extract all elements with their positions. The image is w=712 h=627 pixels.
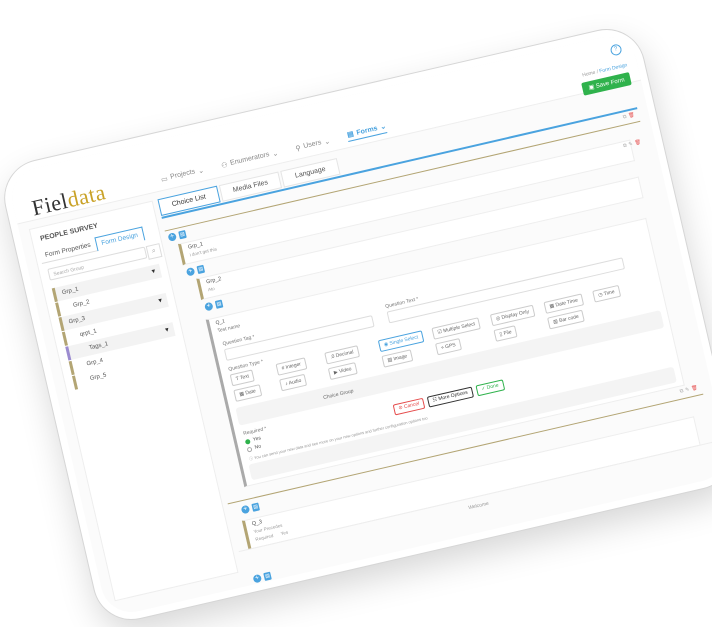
help-circle-icon[interactable]: ? [609,43,623,57]
cancel-button[interactable]: ⊘ Cancel [392,397,426,416]
search-icon[interactable]: ⌕ [145,243,163,260]
type-display-only-button[interactable]: ◎ Display Only [489,304,536,327]
type-date-button[interactable]: ▦ Date [233,384,263,402]
type-barcode-button[interactable]: ▥ Bar code [547,309,585,330]
people-icon: ⚇ [220,161,229,170]
delete-icon[interactable]: 🗑 [628,112,636,119]
row-actions: ⧉ 🗑 [622,112,635,121]
document-icon[interactable]: ▤ [196,264,206,275]
type-integer-button[interactable]: # Integer [275,357,308,376]
type-image-button[interactable]: ▨ Image [381,349,414,368]
add-icon[interactable]: + [167,232,178,242]
delete-icon[interactable]: 🗑 [634,139,642,146]
calendar-icon: ▦ [548,302,555,310]
chevron-down-icon: ⌄ [197,166,205,175]
type-time-button[interactable]: ◷ Time [592,284,621,303]
chevron-down-icon: ⌄ [379,123,387,132]
nav-forms[interactable]: ▤ Forms ⌄ [346,122,388,142]
chevron-down-icon: ⌄ [323,137,331,146]
required-no-radio[interactable]: No [246,443,262,453]
type-text-button[interactable]: T Text [229,369,256,387]
add-icon[interactable]: + [240,504,251,515]
check-icon: ✓ [480,385,487,393]
eye-icon: ◎ [495,315,502,323]
caret-down-icon[interactable]: ▼ [156,294,165,309]
radio-empty-icon [246,446,253,453]
nav-projects[interactable]: ▭ Projects ⌄ [160,164,205,185]
document-icon[interactable]: ▤ [263,571,272,581]
settings-icon: ☷ [432,396,438,404]
save-icon: ▣ [588,84,596,92]
delete-icon[interactable]: 🗑 [691,385,699,392]
add-row: + ▤ [240,502,260,515]
calendar-icon: ▦ [238,390,245,398]
decimal-icon: .0 [329,353,336,361]
nav-enumerators[interactable]: ⚇ Enumerators ⌄ [220,147,279,171]
form-icon: ▤ [346,130,355,139]
document-icon[interactable]: ▤ [178,229,187,240]
cancel-icon: ⊘ [397,404,404,412]
checkbox-icon: ☑ [436,328,443,336]
row-actions: ⧉ ✎ 🗑 [679,385,698,395]
type-multiple-select-button[interactable]: ☑ Multiple Select [431,317,482,340]
nav-users[interactable]: ⚲ Users ⌄ [294,135,331,154]
user-icon: ⚲ [294,144,302,153]
add-row: + ▤ [252,571,272,584]
add-icon[interactable]: + [185,266,196,277]
caret-down-icon[interactable]: ▼ [149,265,158,280]
copy-icon[interactable]: ⧉ [622,114,627,121]
add-row: + ▤ [167,229,187,242]
type-file-button[interactable]: ▯ File [493,325,518,342]
type-single-select-button[interactable]: ◉ Single Select [377,330,425,353]
document-icon[interactable]: ▤ [214,299,224,309]
tablet-frame: Fieldata ▭ Projects ⌄ ⚇ Enumerators ⌄ ⚲ Users… [0,22,712,627]
copy-icon[interactable]: ⧉ [679,388,684,395]
type-gps-button[interactable]: ⌖ GPS [434,338,462,356]
radio-selected-icon [244,438,251,445]
folder-icon: ▭ [160,175,169,184]
add-icon[interactable]: + [204,301,214,312]
edit-icon[interactable]: ✎ [628,141,633,148]
edit-icon[interactable]: ✎ [685,387,690,394]
app-screen: Fieldata ▭ Projects ⌄ ⚇ Enumerators ⌄ ⚲ Users… [6,30,712,619]
add-icon[interactable]: + [252,573,263,584]
image-icon: ▨ [386,356,393,364]
add-row: + ▤ [185,264,206,277]
copy-icon[interactable]: ⧉ [623,143,628,150]
radio-icon: ◉ [383,341,389,349]
document-icon[interactable]: ▤ [251,502,260,512]
chevron-down-icon: ⌄ [271,149,279,158]
type-audio-button[interactable]: ♪ Audio [279,373,308,392]
group-tree: Grp_1 ▼ Grp_2 Grp_3 ▼ qrpt_1 Tags_1 ▼ Grp_4… [51,263,183,391]
caret-down-icon[interactable]: ▼ [163,323,172,338]
type-video-button[interactable]: ▶ Video [327,362,358,381]
done-button[interactable]: ✓ Done [475,379,505,397]
clock-icon: ◷ [597,291,604,299]
add-row: + ▤ [204,299,224,312]
breadcrumb-home[interactable]: Home [582,70,596,79]
more-options-button[interactable]: ☷ More Options [426,386,474,408]
barcode-icon: ▥ [552,318,559,326]
